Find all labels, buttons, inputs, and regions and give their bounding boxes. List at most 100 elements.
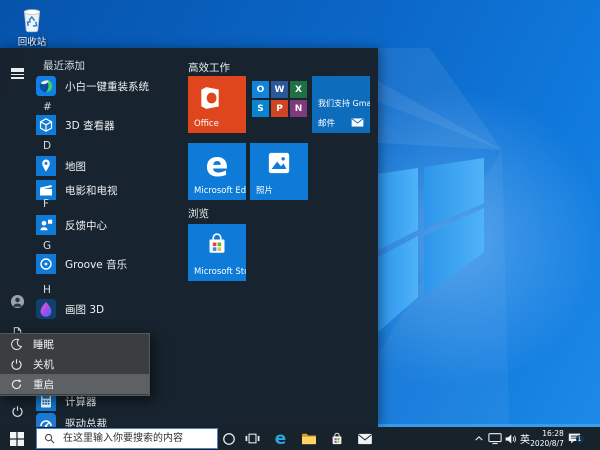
app-list-header-h[interactable]: H (43, 284, 51, 296)
tile-label: Microsoft Edge (194, 186, 246, 196)
tile-photos[interactable]: 照片 (250, 143, 308, 200)
power-menu-label: 重启 (33, 377, 54, 392)
tray-volume-button[interactable] (503, 427, 518, 450)
tray-clock[interactable]: 16:28 2020/8/7 (531, 427, 563, 450)
feedback-hub-icon (36, 215, 56, 235)
power-menu-restart[interactable]: 重启 (0, 374, 149, 394)
power-menu-label: 睡眠 (33, 337, 54, 352)
edge-logo-icon: e (275, 429, 287, 449)
paint3d-icon (36, 299, 56, 319)
mail-envelope-icon (351, 118, 364, 127)
gauge-app-icon (36, 413, 56, 427)
tile-excel[interactable]: X (290, 81, 307, 98)
start-menu-expand-button[interactable] (8, 60, 26, 78)
tray-network-button[interactable] (486, 427, 503, 450)
file-explorer-button[interactable] (300, 427, 318, 450)
tile-group-office-small: O W X S P N (250, 76, 308, 133)
taskbar-edge-button[interactable]: e (272, 427, 289, 450)
sleep-moon-icon (10, 338, 23, 351)
app-label: 驱动总裁 (65, 416, 107, 428)
restart-icon (10, 378, 23, 391)
power-menu-label: 关机 (33, 357, 54, 372)
tile-word[interactable]: W (271, 81, 288, 98)
taskbar-search-box[interactable] (36, 428, 218, 449)
app-item-maps[interactable]: 地图 (36, 154, 184, 178)
start-button[interactable] (0, 427, 34, 450)
app-item-drvceo[interactable]: 驱动总裁 (36, 411, 184, 427)
mail-tile-message: 我们支持 Gmail (318, 98, 370, 109)
tile-onenote[interactable]: N (290, 100, 307, 117)
app-list-header-f[interactable]: F (43, 198, 49, 210)
power-button[interactable] (8, 402, 26, 420)
shutdown-power-icon (10, 358, 23, 371)
app-item-groove-music[interactable]: Groove 音乐 (36, 252, 184, 276)
app-list-header-d[interactable]: D (43, 140, 51, 152)
app-label: 反馈中心 (65, 218, 107, 233)
tray-date: 2020/8/7 (530, 439, 564, 449)
tile-label: 邮件 (318, 117, 335, 129)
taskbar: e (0, 427, 600, 450)
tray-time: 16:28 (530, 429, 564, 439)
app-list-header-recent: 最近添加 (43, 58, 85, 73)
mail-envelope-icon (357, 433, 373, 445)
app-item-3d-viewer[interactable]: 3D 查看器 (36, 113, 184, 137)
app-label: 小白一键重装系统 (65, 79, 149, 94)
app-list-header-hash[interactable]: # (43, 101, 52, 113)
action-center-button[interactable]: 1 (564, 427, 584, 450)
chevron-up-icon (474, 435, 484, 442)
app-label: Groove 音乐 (65, 257, 127, 272)
recycle-bin-shortcut[interactable]: 回收站 (6, 5, 58, 48)
app-label: 电影和电视 (65, 183, 118, 198)
power-icon (11, 405, 24, 418)
windows-logo-icon (10, 432, 24, 446)
power-menu-shutdown[interactable]: 关机 (0, 354, 149, 374)
mail-taskbar-button[interactable] (356, 427, 374, 450)
tile-label: 照片 (256, 184, 273, 196)
tile-mail[interactable]: 我们支持 Gmail 邮件 (312, 76, 370, 133)
power-menu-sleep[interactable]: 睡眠 (0, 334, 149, 354)
power-flyout-menu: 睡眠 关机 重启 (0, 333, 150, 396)
recycle-bin-label: 回收站 (6, 34, 58, 48)
search-icon (44, 433, 55, 444)
desktop: 回收站 最近添加 (0, 0, 600, 450)
task-view-button[interactable] (244, 427, 261, 450)
app-item-movies-tv[interactable]: 电影和电视 (36, 178, 184, 202)
store-bag-icon (205, 232, 229, 256)
tile-office[interactable]: Office (188, 76, 246, 133)
speaker-icon (504, 433, 517, 445)
cortana-button[interactable] (220, 427, 237, 450)
tile-skype[interactable]: S (252, 100, 269, 117)
tile-label: Office (194, 119, 219, 129)
folder-icon (301, 432, 317, 445)
office-logo-icon (197, 85, 223, 111)
user-account-button[interactable] (8, 292, 26, 310)
taskbar-search-input[interactable] (61, 432, 215, 445)
photos-icon (267, 151, 291, 175)
user-icon (10, 294, 25, 309)
app-item-feedback-hub[interactable]: 反馈中心 (36, 213, 184, 237)
cortana-icon (222, 432, 236, 446)
app-list-header-g[interactable]: G (43, 240, 51, 252)
app-item-xiaobai[interactable]: 小白一键重装系统 (36, 74, 184, 98)
hamburger-icon (11, 68, 24, 70)
app-item-paint3d[interactable]: 画图 3D (36, 297, 184, 321)
tile-group-header-productivity[interactable]: 高效工作 (188, 60, 230, 75)
app-label: 画图 3D (65, 302, 104, 317)
store-bag-icon (330, 432, 344, 446)
tile-group-header-explore[interactable]: 浏览 (188, 206, 209, 221)
tray-show-hidden-icons-button[interactable] (472, 427, 485, 450)
tile-microsoft-store[interactable]: Microsoft Store (188, 224, 246, 281)
groove-music-icon (36, 254, 56, 274)
tile-powerpoint[interactable]: P (271, 100, 288, 117)
tile-label: Microsoft Store (194, 267, 246, 277)
tile-microsoft-edge[interactable]: e Microsoft Edge (188, 143, 246, 200)
maps-icon (36, 156, 56, 176)
network-monitor-icon (488, 432, 502, 445)
app-label: 3D 查看器 (65, 118, 115, 133)
edge-logo-icon: e (188, 148, 246, 182)
3d-viewer-icon (36, 115, 56, 135)
tile-outlook[interactable]: O (252, 81, 269, 98)
app-label: 地图 (65, 159, 86, 174)
recycle-bin-icon (19, 5, 45, 33)
store-taskbar-button[interactable] (328, 427, 346, 450)
